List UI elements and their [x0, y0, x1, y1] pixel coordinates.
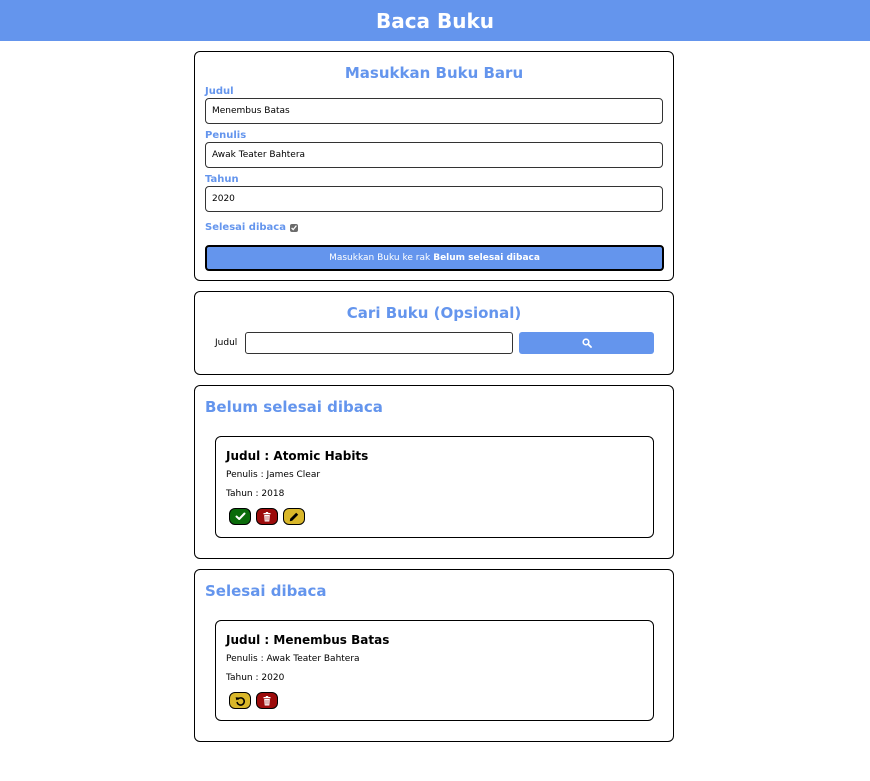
unread-shelf-title: Belum selesai dibaca — [205, 398, 383, 416]
book-item: Judul : Menembus Batas Penulis : Awak Te… — [215, 620, 654, 721]
pencil-icon — [289, 512, 299, 522]
search-label: Judul — [215, 338, 238, 348]
move-to-unread-button[interactable] — [229, 692, 251, 709]
complete-row: Selesai dibaca — [205, 222, 663, 234]
search-button[interactable] — [519, 332, 654, 354]
book-author: Penulis : James Clear — [226, 470, 321, 480]
unread-shelf: Belum selesai dibaca Judul : Atomic Habi… — [194, 385, 674, 559]
title-label: Judul — [205, 86, 234, 97]
complete-label: Selesai dibaca — [205, 222, 286, 233]
book-actions — [229, 508, 305, 525]
read-shelf-title: Selesai dibaca — [205, 582, 327, 600]
edit-button[interactable] — [283, 508, 305, 525]
author-label: Penulis — [205, 130, 247, 141]
book-title: Judul : Atomic Habits — [226, 449, 369, 463]
search-icon — [581, 338, 592, 348]
mark-done-button[interactable] — [229, 508, 251, 525]
undo-icon — [235, 696, 246, 706]
delete-button[interactable] — [256, 508, 278, 525]
book-item: Judul : Atomic Habits Penulis : James Cl… — [215, 436, 654, 538]
trash-icon — [263, 511, 271, 522]
input-section-title: Masukkan Buku Baru — [344, 64, 524, 82]
read-shelf: Selesai dibaca Judul : Menembus Batas Pe… — [194, 569, 674, 742]
trash-icon — [263, 695, 271, 706]
submit-prefix: Masukkan Buku ke rak — [329, 253, 431, 263]
search-section-title: Cari Buku (Opsional) — [346, 304, 522, 322]
book-title: Judul : Menembus Batas — [226, 633, 390, 647]
book-year: Tahun : 2018 — [226, 489, 285, 499]
search-input[interactable] — [245, 332, 513, 354]
delete-button[interactable] — [256, 692, 278, 709]
app-header: Baca Buku — [0, 0, 870, 41]
submit-book-button[interactable]: Masukkan Buku ke rak Belum selesai dibac… — [205, 245, 664, 271]
check-icon — [235, 512, 246, 521]
input-book-section: Masukkan Buku Baru Judul Penulis Tahun S… — [194, 51, 674, 281]
book-author: Penulis : Awak Teater Bahtera — [226, 654, 360, 664]
submit-target-shelf: Belum selesai dibaca — [433, 253, 540, 263]
search-section: Cari Buku (Opsional) Judul — [194, 291, 674, 375]
year-input[interactable] — [205, 186, 663, 212]
author-input[interactable] — [205, 142, 663, 168]
complete-checkbox[interactable] — [289, 224, 298, 232]
year-label: Tahun — [205, 174, 239, 185]
title-input[interactable] — [205, 98, 663, 124]
book-year: Tahun : 2020 — [226, 673, 285, 683]
app-title: Baca Buku — [375, 8, 495, 33]
book-actions — [229, 692, 278, 709]
